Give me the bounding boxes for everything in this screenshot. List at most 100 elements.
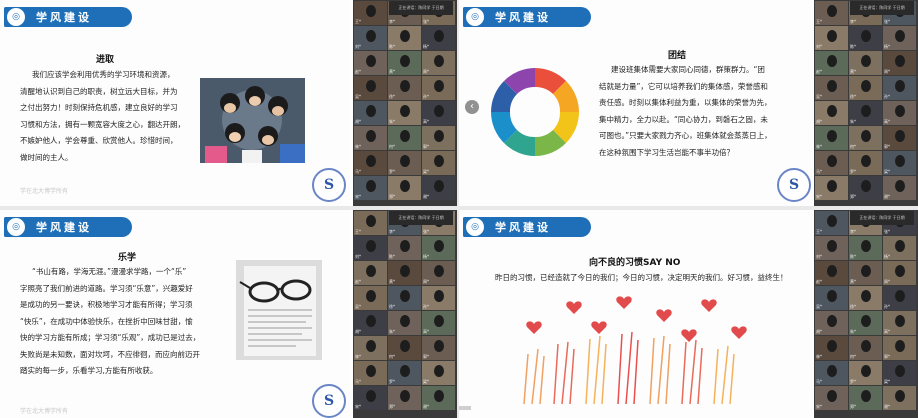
participant-grid: 王* 李* 张* 刘* 陈* 杨* 赵* 黄* 周* 吴* 徐* 孙* 胡* 朱* 高* 林* 何* 郭* 马* 罗*… [353, 210, 457, 411]
participant-tile[interactable]: 徐* [388, 76, 421, 100]
participant-tile[interactable]: 宋* [815, 386, 848, 410]
participant-tile[interactable]: 吴* [815, 76, 848, 100]
participant-tile[interactable]: 郑* [849, 176, 882, 200]
participant-tile[interactable]: 谢* [422, 176, 455, 200]
participant-name: 朱* [389, 119, 395, 124]
participant-tile[interactable]: 徐* [388, 286, 421, 310]
participant-tile[interactable]: 周* [883, 51, 916, 75]
participant-tile[interactable]: 黄* [849, 261, 882, 285]
participant-tile[interactable]: 谢* [422, 386, 455, 410]
participant-tile[interactable]: 郑* [388, 386, 421, 410]
participant-tile[interactable]: 杨* [422, 236, 455, 260]
participant-tile[interactable]: 吴* [354, 76, 387, 100]
participant-tile[interactable]: 杨* [883, 236, 916, 260]
participant-tile[interactable]: 王* [354, 1, 387, 25]
participant-tile[interactable]: 郭* [883, 336, 916, 360]
participant-tile[interactable]: 梁* [883, 151, 916, 175]
participant-tile[interactable]: 宋* [815, 176, 848, 200]
participant-tile[interactable]: 罗* [388, 361, 421, 385]
participant-tile[interactable]: 谢* [883, 386, 916, 410]
participant-tile[interactable]: 赵* [354, 51, 387, 75]
participant-tile[interactable]: 何* [388, 336, 421, 360]
participant-tile[interactable]: 高* [422, 311, 455, 335]
participant-tile[interactable]: 吴* [815, 286, 848, 310]
participant-tile[interactable]: 梁* [883, 361, 916, 385]
participant-tile[interactable]: 周* [422, 51, 455, 75]
participant-tile[interactable]: 马* [354, 151, 387, 175]
participant-tile[interactable]: 何* [849, 126, 882, 150]
participant-tile[interactable]: 黄* [849, 51, 882, 75]
participant-tile[interactable]: 王* [815, 1, 848, 25]
participant-avatar [826, 240, 837, 252]
participant-tile[interactable]: 林* [354, 126, 387, 150]
participant-tile[interactable]: 王* [815, 211, 848, 235]
participant-tile[interactable]: 孙* [883, 286, 916, 310]
participant-tile[interactable]: 林* [815, 126, 848, 150]
participant-tile[interactable]: 高* [883, 101, 916, 125]
participant-tile[interactable]: 宋* [354, 386, 387, 410]
participant-tile[interactable]: 胡* [354, 101, 387, 125]
participant-tile[interactable]: 马* [815, 151, 848, 175]
participant-tile[interactable]: 刘* [354, 26, 387, 50]
prev-slide-button[interactable]: ‹ [465, 100, 479, 114]
participant-tile[interactable]: 林* [815, 336, 848, 360]
participant-tile[interactable]: 吴* [354, 286, 387, 310]
participant-tile[interactable]: 梁* [422, 361, 455, 385]
participant-avatar [860, 155, 871, 167]
participant-tile[interactable]: 陈* [388, 26, 421, 50]
participant-tile[interactable]: 陈* [849, 236, 882, 260]
participant-avatar [399, 80, 410, 92]
participant-tile[interactable]: 徐* [849, 286, 882, 310]
participant-panel[interactable]: 王* 李* 张* 刘* 陈* 杨* 赵* 黄* 周* 吴* 徐* 孙* 胡* 朱* 高* 林* 何* 郭* 马* 罗*… [353, 0, 457, 206]
participant-tile[interactable]: 周* [883, 261, 916, 285]
participant-tile[interactable]: 杨* [883, 26, 916, 50]
participant-tile[interactable]: 陈* [388, 236, 421, 260]
participant-tile[interactable]: 郭* [422, 126, 455, 150]
participant-tile[interactable]: 黄* [388, 261, 421, 285]
participant-tile[interactable]: 陈* [849, 26, 882, 50]
slide-line: 在这种氛围下学习生活岂能不事半功倍？ [599, 147, 734, 157]
participant-tile[interactable]: 何* [849, 336, 882, 360]
participant-tile[interactable]: 林* [354, 336, 387, 360]
participant-tile[interactable]: 胡* [815, 311, 848, 335]
participant-tile[interactable]: 梁* [422, 151, 455, 175]
participant-tile[interactable]: 何* [388, 126, 421, 150]
participant-tile[interactable]: 胡* [815, 101, 848, 125]
participant-tile[interactable]: 刘* [815, 26, 848, 50]
participant-tile[interactable]: 高* [883, 311, 916, 335]
participant-tile[interactable]: 周* [422, 261, 455, 285]
participant-panel[interactable]: 王* 李* 张* 刘* 陈* 杨* 赵* 黄* 周* 吴* 徐* 孙* 胡* 朱* 高* 林* 何* 郭* 马* 罗*… [814, 0, 918, 206]
participant-tile[interactable]: 孙* [422, 286, 455, 310]
video-window-4: ◎ 学风建设 向不良的习惯SAY NO 昨日的习惯，已经造就了今日的我们；今日的… [459, 210, 918, 418]
participant-tile[interactable]: 黄* [388, 51, 421, 75]
participant-tile[interactable]: 郭* [883, 126, 916, 150]
participant-tile[interactable]: 高* [422, 101, 455, 125]
participant-tile[interactable]: 赵* [354, 261, 387, 285]
participant-panel[interactable]: 王* 李* 张* 刘* 陈* 杨* 赵* 黄* 周* 吴* 徐* 孙* 胡* 朱* 高* 林* 何* 郭* 马* 罗*… [814, 210, 918, 418]
participant-tile[interactable]: 王* [354, 211, 387, 235]
participant-panel[interactable]: 王* 李* 张* 刘* 陈* 杨* 赵* 黄* 周* 吴* 徐* 孙* 胡* 朱* 高* 林* 何* 郭* 马* 罗*… [353, 210, 457, 418]
participant-tile[interactable]: 郑* [388, 176, 421, 200]
participant-tile[interactable]: 马* [815, 361, 848, 385]
participant-tile[interactable]: 郭* [422, 336, 455, 360]
participant-tile[interactable]: 谢* [883, 176, 916, 200]
participant-tile[interactable]: 马* [354, 361, 387, 385]
participant-tile[interactable]: 杨* [422, 26, 455, 50]
participant-tile[interactable]: 郑* [849, 386, 882, 410]
participant-tile[interactable]: 孙* [422, 76, 455, 100]
participant-tile[interactable]: 孙* [883, 76, 916, 100]
participant-tile[interactable]: 刘* [815, 236, 848, 260]
participant-tile[interactable]: 赵* [815, 261, 848, 285]
participant-tile[interactable]: 朱* [388, 101, 421, 125]
participant-tile[interactable]: 罗* [388, 151, 421, 175]
participant-tile[interactable]: 徐* [849, 76, 882, 100]
participant-tile[interactable]: 宋* [354, 176, 387, 200]
participant-tile[interactable]: 刘* [354, 236, 387, 260]
participant-tile[interactable]: 罗* [849, 361, 882, 385]
participant-tile[interactable]: 赵* [815, 51, 848, 75]
participant-tile[interactable]: 胡* [354, 311, 387, 335]
participant-tile[interactable]: 朱* [388, 311, 421, 335]
participant-tile[interactable]: 罗* [849, 151, 882, 175]
participant-tile[interactable]: 朱* [849, 101, 882, 125]
participant-tile[interactable]: 朱* [849, 311, 882, 335]
